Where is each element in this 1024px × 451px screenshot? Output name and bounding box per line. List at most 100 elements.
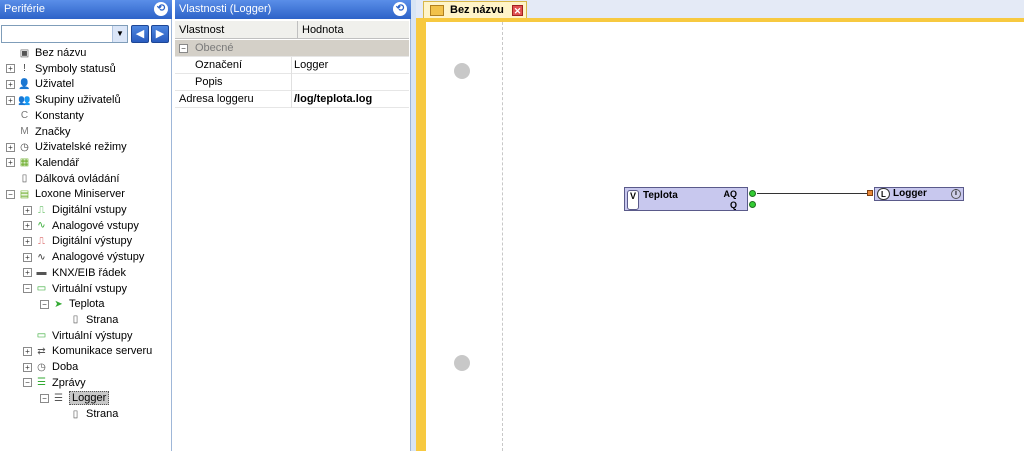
tree-item[interactable]: − ☰ Zprávy [23, 376, 86, 391]
tree-item[interactable]: + ◷ Doba [23, 360, 78, 375]
output-port-q[interactable] [749, 201, 756, 208]
remote-icon: ▯ [21, 173, 28, 185]
property-row-oznaceni[interactable]: Označení Logger [175, 57, 409, 74]
digital-output-icon: ⎍ [38, 235, 45, 247]
pin-icon[interactable]: ⟲ [393, 2, 407, 16]
drawing-canvas[interactable]: V Teplota AQ Q L Logger i [426, 22, 1024, 451]
tree-item-label: Loxone Miniserver [35, 188, 125, 201]
port-label-aq: AQ [723, 189, 738, 199]
tree-item[interactable]: + 👥 Skupiny uživatelů [6, 93, 121, 108]
property-key: Adresa loggeru [175, 91, 292, 108]
tree-item[interactable]: + ∿ Analogové výstupy [23, 250, 144, 265]
tree-item-label: Značky [35, 125, 71, 138]
output-port-aq[interactable] [749, 190, 756, 197]
knx-icon: ▬ [36, 267, 47, 279]
periferie-filter-combo[interactable]: ▼ [1, 25, 128, 43]
tree-item[interactable]: + ▦ Kalendář [6, 156, 79, 171]
tree-item[interactable]: + ∿ Analogové vstupy [23, 219, 139, 234]
tree-item[interactable]: − ➤ Teplota [40, 297, 104, 312]
tab-label: Bez názvu [450, 4, 504, 16]
teplota-block[interactable]: V Teplota AQ Q [624, 187, 748, 211]
block-type-tag: L [877, 188, 890, 200]
expand-icon[interactable]: + [23, 346, 32, 356]
tree-item-label: Digitální výstupy [52, 235, 133, 248]
tree-item[interactable]: + ⎍ Digitální výstupy [23, 234, 132, 249]
tree-item[interactable]: ▯ Dálková ovládání [6, 172, 120, 187]
tree-item[interactable]: + ⇄ Komunikace serveru [23, 344, 152, 359]
page-icon: ▯ [72, 408, 79, 420]
property-row-adresa-loggeru[interactable]: Adresa loggeru /log/teplota.log [175, 91, 409, 108]
tree-item[interactable]: ▭ Virtuální výstupy [23, 329, 133, 344]
vlastnosti-header: Vlastnosti (Logger) ⟲ [175, 0, 411, 19]
connection-wire[interactable] [757, 193, 867, 194]
tree-item[interactable]: + ▬ KNX/EIB řádek [23, 266, 126, 281]
collapse-icon[interactable]: − [40, 299, 49, 309]
tree-item[interactable]: + ⎍ Digitální vstupy [23, 203, 127, 218]
tree-item[interactable]: ▯ Strana [57, 313, 119, 328]
tree-item-label: Skupiny uživatelů [35, 94, 121, 107]
input-port[interactable] [867, 190, 873, 196]
user-icon: 👤 [18, 78, 31, 90]
tree-item[interactable]: − ▤ Loxone Miniserver [6, 187, 125, 202]
tree-item-label: Analogové výstupy [52, 251, 145, 264]
virtual-input-icon: ▭ [36, 283, 47, 295]
pin-icon[interactable]: ⟲ [154, 2, 168, 16]
tree-item[interactable]: C Konstanty [6, 109, 84, 124]
forward-button[interactable]: ▶ [151, 25, 169, 43]
logger-block[interactable]: L Logger i [874, 187, 964, 201]
document-icon [430, 5, 444, 16]
collapse-icon[interactable]: − [179, 44, 188, 53]
punch-hole-icon [454, 355, 470, 371]
category-row[interactable]: − Obecné [175, 40, 409, 57]
tree-item[interactable]: − ▭ Virtuální vstupy [23, 282, 127, 297]
server-comm-icon: ⇄ [37, 345, 46, 357]
expand-icon[interactable]: + [6, 64, 15, 74]
collapse-icon[interactable]: − [40, 393, 49, 403]
expand-icon[interactable]: + [23, 362, 32, 372]
periferie-title: Periférie [4, 3, 45, 15]
close-icon[interactable]: ✕ [512, 5, 523, 16]
tree-item[interactable]: +! Symboly statusů [6, 62, 116, 77]
property-key: Popis [175, 74, 292, 91]
periferie-pane: Periférie ⟲ ▼ ◀ ▶ ▣ Bez názvu +! Symboly st… [0, 0, 172, 451]
collapse-icon[interactable]: − [23, 284, 32, 294]
column-header-value[interactable]: Hodnota [297, 21, 344, 39]
expand-icon[interactable]: + [6, 95, 15, 105]
expand-icon[interactable]: + [23, 236, 32, 246]
page-icon: ▣ [19, 47, 30, 59]
port-label-q: Q [729, 200, 737, 210]
collapse-icon[interactable]: − [6, 189, 15, 199]
tree-item[interactable]: + 👤 Uživatel [6, 77, 74, 92]
property-value[interactable]: /log/teplota.log [294, 91, 372, 108]
tab-bez-nazvu[interactable]: Bez názvu ✕ [423, 1, 527, 19]
expand-icon[interactable]: + [23, 221, 32, 231]
tree-item[interactable]: + ◷ Uživatelské režimy [6, 140, 127, 155]
chevron-down-icon[interactable]: ▼ [112, 26, 127, 42]
tree-item-label: Virtuální vstupy [52, 282, 128, 295]
expand-icon[interactable]: + [6, 142, 15, 152]
tree-item[interactable]: ▯ Strana [57, 407, 119, 422]
expand-icon[interactable]: + [6, 158, 15, 168]
expand-icon[interactable]: + [6, 79, 15, 89]
marker-icon: M [20, 126, 29, 138]
tree-item[interactable]: M Značky [6, 125, 70, 140]
virtual-output-icon: ▭ [36, 330, 47, 342]
logger-icon: ☰ [54, 392, 63, 404]
property-value[interactable]: Logger [294, 57, 328, 74]
property-row-popis[interactable]: Popis [175, 74, 409, 91]
teplota-icon: ➤ [54, 298, 63, 310]
tree-item-label: Dálková ovládání [35, 172, 120, 185]
expand-icon[interactable]: + [23, 252, 32, 262]
column-header-property[interactable]: Vlastnost [179, 21, 224, 39]
tree-item-label: Symboly statusů [35, 62, 116, 75]
arrow-right-icon: ▶ [155, 28, 165, 40]
back-button[interactable]: ◀ [131, 25, 149, 43]
tree-item[interactable]: ▣ Bez názvu [6, 46, 87, 61]
expand-icon[interactable]: + [23, 268, 32, 278]
tree-item[interactable]: − ☰ Logger [40, 391, 110, 406]
info-icon[interactable]: i [951, 189, 961, 199]
collapse-icon[interactable]: − [23, 378, 32, 388]
expand-icon[interactable]: + [23, 205, 32, 215]
